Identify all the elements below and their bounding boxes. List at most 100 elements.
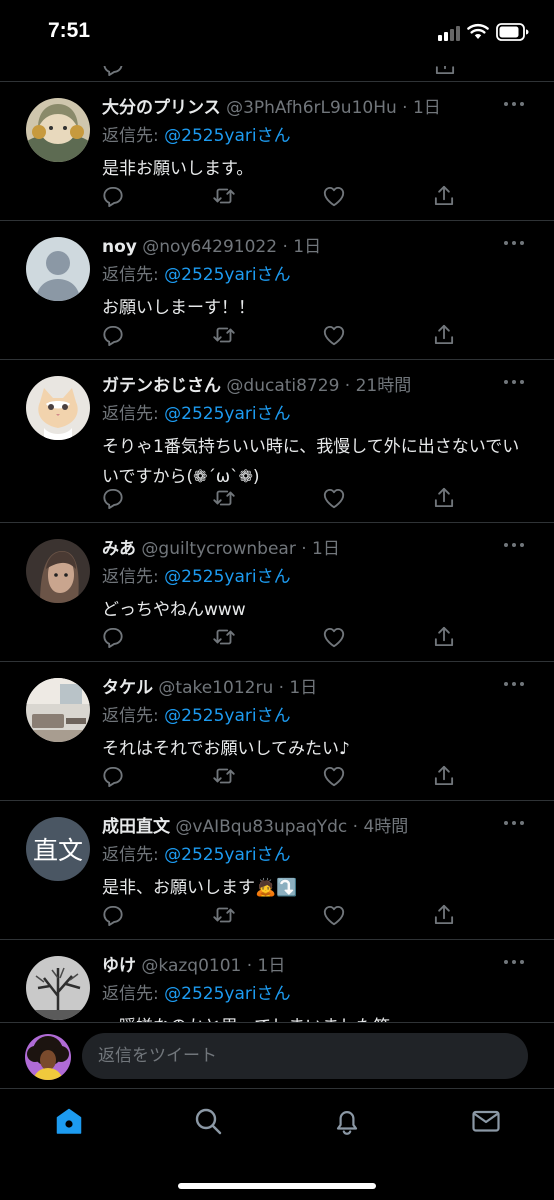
mention-link[interactable]: @2525yariさん: [164, 126, 290, 146]
avatar[interactable]: [26, 678, 90, 742]
avatar[interactable]: [26, 98, 90, 162]
user-name[interactable]: みあ: [102, 539, 136, 559]
user-name[interactable]: 大分のプリンス: [102, 98, 221, 118]
user-name[interactable]: ガテンおじさん: [102, 376, 221, 396]
cellular-signal-icon: [438, 25, 462, 41]
like-button[interactable]: [321, 902, 347, 928]
tweet-header: noy @noy64291022 · 1日: [102, 235, 502, 259]
more-options-icon[interactable]: [504, 238, 526, 248]
tab-messages[interactable]: [470, 1105, 502, 1137]
avatar[interactable]: 直文: [26, 817, 90, 881]
tweet-header: ゆけ @kazq0101 · 1日: [102, 954, 502, 978]
share-button[interactable]: [431, 485, 457, 511]
mention-link[interactable]: @2525yariさん: [164, 265, 290, 285]
more-options-icon[interactable]: [504, 818, 526, 828]
my-avatar[interactable]: [25, 1034, 71, 1080]
more-options-icon[interactable]: [504, 957, 526, 967]
user-name[interactable]: ゆけ: [102, 956, 136, 976]
home-indicator[interactable]: [178, 1183, 376, 1189]
avatar[interactable]: [26, 237, 90, 301]
user-handle-time: @vAIBqu83upaqYdc · 4時間: [175, 817, 409, 837]
tab-search[interactable]: [192, 1105, 224, 1137]
retweet-icon: [211, 902, 237, 928]
reply-prefix: 返信先:: [102, 984, 165, 1004]
retweet-icon: [211, 183, 237, 209]
tweet-actions: [100, 322, 460, 348]
like-button[interactable]: [321, 763, 347, 789]
user-name[interactable]: 成田直文: [102, 817, 170, 837]
tweet-header: みあ @guiltycrownbear · 1日: [102, 537, 502, 561]
user-name[interactable]: タケル: [102, 678, 153, 698]
tweet[interactable]: ゆけ @kazq0101 · 1日 返信先: @2525yariさん 一瞬嫌なの…: [0, 941, 554, 1022]
tweet[interactable]: 直文 成田直文 @vAIBqu83upaqYdc · 4時間 返信先: @252…: [0, 802, 554, 940]
mention-link[interactable]: @2525yariさん: [164, 567, 290, 587]
tweet[interactable]: ガテンおじさん @ducati8729 · 21時間 返信先: @2525yar…: [0, 361, 554, 523]
battery-icon: [496, 23, 529, 41]
retweet-button[interactable]: [211, 322, 237, 348]
avatar[interactable]: [26, 539, 90, 603]
tweet-actions: [100, 624, 460, 650]
like-button[interactable]: [321, 183, 347, 209]
share-icon: [432, 66, 458, 78]
more-options-icon[interactable]: [504, 679, 526, 689]
user-handle-time: @3PhAfh6rL9u10Hu · 1日: [226, 98, 441, 118]
tab-home[interactable]: [53, 1105, 85, 1137]
reply-button[interactable]: [100, 322, 126, 348]
like-button[interactable]: [321, 322, 347, 348]
like-button[interactable]: [321, 624, 347, 650]
like-button[interactable]: [321, 485, 347, 511]
reply-icon: [100, 902, 126, 928]
more-options-icon[interactable]: [504, 99, 526, 109]
mention-link[interactable]: @2525yariさん: [164, 404, 290, 424]
tweet-text: それはそれでお願いしてみたい♪: [102, 739, 350, 759]
share-icon: [431, 624, 457, 650]
tweet-text: 是非お願いします。: [102, 159, 254, 179]
share-button[interactable]: [431, 183, 457, 209]
share-icon: [431, 322, 457, 348]
share-icon: [431, 183, 457, 209]
retweet-button[interactable]: [211, 485, 237, 511]
tweet-text: そりゃ1番気持ちいい時に、我慢して外に出さないでいいですから(❁´ω`❁): [102, 437, 520, 487]
reply-icon: [100, 485, 126, 511]
reply-button[interactable]: [100, 763, 126, 789]
avatar-text: 直文: [32, 836, 83, 865]
avatar[interactable]: [26, 376, 90, 440]
retweet-button[interactable]: [211, 183, 237, 209]
share-button[interactable]: [431, 763, 457, 789]
reply-icon: [100, 763, 126, 789]
heart-icon: [321, 322, 347, 348]
retweet-icon: [211, 763, 237, 789]
mention-link[interactable]: @2525yariさん: [164, 845, 290, 865]
share-button[interactable]: [431, 624, 457, 650]
mention-link[interactable]: @2525yariさん: [164, 984, 290, 1004]
notifications-icon: [336, 1111, 358, 1135]
more-options-icon[interactable]: [504, 377, 526, 387]
mention-link[interactable]: @2525yariさん: [164, 706, 290, 726]
reply-button[interactable]: [100, 485, 126, 511]
share-button[interactable]: [431, 322, 457, 348]
reply-button[interactable]: [100, 624, 126, 650]
replies-feed[interactable]: 大分のプリンス @3PhAfh6rL9u10Hu · 1日 返信先: @2525…: [0, 66, 554, 1022]
reply-prefix: 返信先:: [102, 404, 165, 424]
user-name[interactable]: noy: [102, 237, 137, 257]
reply-input[interactable]: [82, 1033, 528, 1079]
share-button[interactable]: [431, 902, 457, 928]
reply-button[interactable]: [100, 902, 126, 928]
tweet[interactable]: みあ @guiltycrownbear · 1日 返信先: @2525yariさ…: [0, 524, 554, 662]
avatar[interactable]: [26, 956, 90, 1020]
tweet[interactable]: タケル @take1012ru · 1日 返信先: @2525yariさん それ…: [0, 663, 554, 801]
tab-notifications[interactable]: [331, 1105, 363, 1137]
retweet-button[interactable]: [211, 763, 237, 789]
tweet[interactable]: noy @noy64291022 · 1日 返信先: @2525yariさん お…: [0, 222, 554, 360]
retweet-button[interactable]: [211, 902, 237, 928]
user-handle-time: @guiltycrownbear · 1日: [141, 539, 340, 559]
heart-icon: [321, 624, 347, 650]
tweet-actions: [100, 902, 460, 928]
tweet[interactable]: 大分のプリンス @3PhAfh6rL9u10Hu · 1日 返信先: @2525…: [0, 83, 554, 221]
more-options-icon[interactable]: [504, 540, 526, 550]
retweet-button[interactable]: [211, 624, 237, 650]
reply-button[interactable]: [100, 183, 126, 209]
share-icon: [431, 763, 457, 789]
wifi-icon: [467, 23, 489, 39]
reply-prefix: 返信先:: [102, 706, 165, 726]
